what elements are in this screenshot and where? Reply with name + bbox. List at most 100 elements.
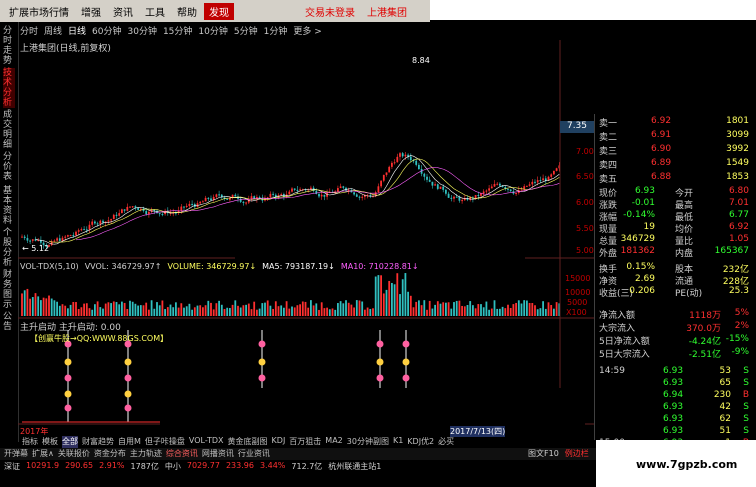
tab-kdj[interactable]: KDJ — [272, 436, 286, 448]
quote-row: 换手 0.15% 股本 232亿 — [595, 262, 755, 275]
candle-body — [499, 183, 501, 186]
signal-marker — [124, 358, 132, 366]
tab-template[interactable]: 模板 — [42, 436, 58, 448]
ask-row: 卖五 6.88 1853 — [595, 172, 755, 185]
tick-price: 6.93 — [663, 414, 684, 424]
tab-main-track[interactable]: 主力轨迹 — [130, 448, 162, 460]
volume-bar — [301, 301, 304, 316]
volume-bars — [21, 273, 561, 316]
volume-bar — [274, 301, 277, 316]
volume-bar — [48, 295, 50, 316]
candle-body — [355, 194, 358, 197]
quote-value: -0.14% — [623, 210, 655, 220]
quote-value: 6.77 — [728, 210, 749, 220]
volume-bar — [445, 302, 447, 316]
quote-row: 现价 6.93 今开 6.80 — [595, 186, 755, 199]
volume-bar — [185, 306, 188, 316]
candle-body — [423, 173, 426, 177]
volume-bar — [423, 300, 426, 316]
tab-barrage[interactable]: 开弹幕 — [4, 448, 28, 460]
flow-row: 净流入额 1118万 5% — [595, 308, 755, 321]
price-tick-550: 5.50 — [576, 224, 594, 233]
tab-related-quote[interactable]: 关联报价 — [58, 448, 90, 460]
candle-body — [539, 180, 542, 182]
flow-pct: 2% — [734, 321, 749, 331]
quote-row: 总量 346729 量比 1.05 — [595, 234, 755, 247]
volume-bar — [415, 301, 418, 316]
tab-million-snipe[interactable]: 百万狙击 — [289, 436, 321, 448]
candle-body — [107, 220, 110, 222]
volume-bar — [385, 289, 388, 316]
volume-bar — [380, 275, 382, 316]
index-pct-sz: 2.91% — [99, 461, 125, 470]
volume-bar — [166, 307, 169, 316]
ask-row: 卖一 6.92 1801 — [595, 116, 755, 129]
tab-ma2[interactable]: MA2 — [325, 436, 342, 448]
volume-bar — [137, 305, 139, 316]
volume-bar — [369, 308, 372, 316]
volume-bar — [337, 303, 339, 316]
tab-wealth-trend[interactable]: 财富趋势 — [82, 436, 114, 448]
tab-gold-bottom[interactable]: 黄金底副图 — [228, 436, 268, 448]
volume-bar — [466, 304, 469, 316]
tab-30m-sub[interactable]: 30分钟副图 — [347, 436, 389, 448]
volume-bar — [539, 308, 542, 316]
tab-must-buy[interactable]: 必买 — [438, 436, 454, 448]
tab-fund-distribution[interactable]: 资金分布 — [94, 448, 126, 460]
index-label-mid: 中小 — [164, 462, 181, 471]
vol-indicator-name[interactable]: VOL-TDX(5,10) — [20, 262, 79, 271]
volume-bar — [315, 303, 318, 316]
volume-bar — [509, 307, 512, 316]
quote-label: 内盘 — [675, 249, 694, 259]
candle-body — [69, 235, 72, 237]
candle-body — [315, 190, 318, 194]
price-tick-700: 7.00 — [576, 147, 594, 156]
tab-f10[interactable]: 图文F10 — [528, 448, 559, 459]
quote-row: 现量 19 均价 6.92 — [595, 222, 755, 235]
candle-body — [409, 156, 412, 161]
network-status[interactable]: 杭州联通主站1 — [328, 461, 381, 473]
volume-bar — [177, 307, 180, 316]
candle-body — [226, 198, 229, 200]
volume-bar — [40, 300, 42, 316]
flow-row: 5日净流入额 -4.24亿 -15% — [595, 334, 755, 347]
volume-bar — [191, 309, 193, 316]
candle-body — [358, 196, 361, 198]
signal-marker — [402, 374, 410, 382]
tab-custom[interactable]: 自用M — [118, 436, 141, 448]
volume-bar — [517, 300, 520, 316]
tab-operate[interactable]: 但子咔操盘 — [145, 436, 185, 448]
tab-vol-tdx[interactable]: VOL-TDX — [189, 436, 224, 448]
tick-volume: 42 — [719, 402, 731, 412]
tab-webcast-news[interactable]: 网播资讯 — [202, 448, 234, 460]
tab-indicator[interactable]: 指标 — [22, 436, 38, 448]
indicator-header[interactable]: 主升启动 主升启动: 0.00 — [20, 320, 121, 333]
ask-label: 卖四 — [599, 161, 618, 171]
quote-label: 外盘 — [599, 249, 618, 259]
index-value-mid: 7029.77 — [186, 461, 220, 470]
volume-bar — [237, 305, 239, 316]
tab-kdj2[interactable]: KDJ优2 — [407, 436, 434, 448]
tab-industry-news[interactable]: 行业资讯 — [238, 448, 270, 460]
volume-bar — [320, 302, 323, 316]
candle-body — [67, 235, 69, 237]
volume-bar — [488, 309, 490, 316]
volume-bar — [45, 298, 48, 316]
chart-canvas[interactable] — [0, 0, 596, 440]
tab-k1[interactable]: K1 — [393, 436, 403, 448]
tab-sidebar[interactable]: 例边栏 — [565, 448, 589, 459]
tab-general-news[interactable]: 综合资讯 — [166, 448, 198, 460]
volume-bar — [361, 301, 364, 316]
tick-row: 6.93 62 S — [595, 414, 755, 425]
candle-body — [388, 166, 391, 173]
quote-value: 19 — [643, 222, 655, 232]
tick-volume: 230 — [713, 390, 731, 400]
volume-bar — [450, 308, 453, 316]
candle-body — [94, 221, 96, 224]
volume-bar — [477, 304, 480, 316]
candle-body — [23, 236, 26, 239]
candle-body — [318, 193, 320, 197]
tab-extend[interactable]: 扩展∧ — [32, 448, 54, 460]
tab-all[interactable]: 全部 — [62, 436, 78, 448]
quote-panel: 卖一 6.92 1801 卖二 6.91 3099 卖三 6.90 3992 卖四 6.89 1549… — [594, 114, 756, 448]
